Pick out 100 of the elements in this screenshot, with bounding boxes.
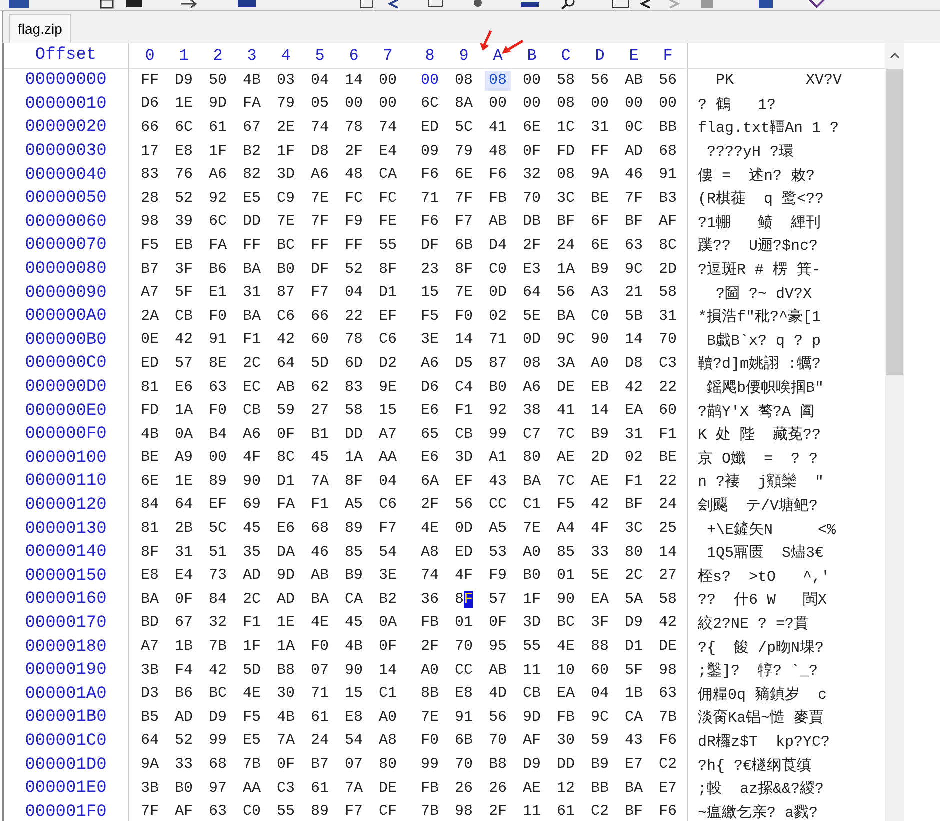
hex-byte[interactable]: 0F <box>519 142 545 162</box>
hex-byte[interactable]: 59 <box>273 401 299 422</box>
hex-byte[interactable]: AB <box>485 660 511 681</box>
hex-byte[interactable]: 00 <box>587 94 613 114</box>
hex-byte[interactable]: 89 <box>307 802 333 821</box>
hex-byte[interactable]: 3A <box>553 354 579 374</box>
hex-byte[interactable]: F6 <box>417 165 443 186</box>
toolbar-icon[interactable] <box>758 0 774 9</box>
hex-byte[interactable]: D3 <box>137 684 163 704</box>
hex-byte[interactable]: 5D <box>239 660 265 681</box>
hex-byte[interactable]: F0 <box>451 306 477 327</box>
hex-byte[interactable]: B7 <box>137 260 163 280</box>
hex-byte[interactable]: FC <box>341 188 367 209</box>
hex-byte[interactable]: 2E <box>273 118 299 138</box>
hex-byte[interactable]: D5 <box>451 354 477 374</box>
hex-byte[interactable]: 1E <box>171 94 197 114</box>
hex-byte[interactable]: 5A <box>621 590 647 610</box>
hex-byte[interactable]: EA <box>553 684 579 704</box>
hex-byte[interactable]: BF <box>621 212 647 232</box>
hex-byte[interactable]: D1 <box>621 637 647 658</box>
hex-byte[interactable]: CB <box>519 684 545 704</box>
hex-byte[interactable]: B6 <box>171 684 197 704</box>
hex-byte[interactable]: AE <box>519 778 545 799</box>
hex-byte[interactable]: 0F <box>485 613 511 634</box>
hex-byte[interactable]: 43 <box>485 472 511 492</box>
hex-byte[interactable]: 17 <box>137 142 163 162</box>
hex-byte[interactable]: 0F <box>273 424 299 445</box>
hex-byte[interactable]: 15 <box>417 283 443 304</box>
file-tab[interactable]: flag.zip <box>9 14 72 43</box>
hex-byte[interactable]: BB <box>587 778 613 799</box>
hex-byte[interactable]: F9 <box>485 566 511 586</box>
hex-byte[interactable]: FA <box>239 94 265 114</box>
hex-byte[interactable]: 67 <box>239 118 265 138</box>
hex-byte[interactable]: 8C <box>273 448 299 468</box>
hex-byte[interactable]: 0C <box>621 118 647 138</box>
hex-byte[interactable]: DD <box>239 212 265 232</box>
hex-byte[interactable]: 55 <box>273 802 299 821</box>
hex-byte[interactable]: 80 <box>621 542 647 563</box>
hex-byte[interactable]: C9 <box>273 188 299 209</box>
hex-byte[interactable]: 38 <box>519 401 545 422</box>
hex-byte[interactable]: CB <box>171 306 197 327</box>
hex-byte[interactable]: 8F <box>375 260 401 280</box>
hex-byte[interactable]: B2 <box>375 590 401 610</box>
hex-byte[interactable]: 7F <box>307 212 333 232</box>
hex-byte[interactable]: 08 <box>451 70 477 91</box>
hex-byte[interactable]: 56 <box>451 495 477 516</box>
hex-byte[interactable]: 78 <box>341 118 367 138</box>
toolbar-icon[interactable] <box>237 0 257 9</box>
hex-byte[interactable]: CC <box>451 660 477 681</box>
hex-byte[interactable]: F6 <box>485 165 511 186</box>
hex-byte[interactable]: 5E <box>587 566 613 586</box>
hex-byte[interactable]: AB <box>307 566 333 586</box>
hex-byte[interactable]: 59 <box>587 731 613 752</box>
hex-byte[interactable]: BA <box>621 778 647 799</box>
hex-byte[interactable]: 78 <box>341 330 367 350</box>
hex-byte[interactable]: 7B <box>417 802 443 821</box>
hex-byte[interactable]: 4F <box>587 519 613 540</box>
hex-byte[interactable]: 66 <box>307 306 333 327</box>
hex-byte[interactable]: 71 <box>485 330 511 350</box>
hex-byte[interactable]: 50 <box>205 70 231 91</box>
hex-byte[interactable]: 7A <box>307 472 333 492</box>
hex-byte[interactable]: 70 <box>485 731 511 752</box>
hex-byte[interactable]: 90 <box>341 660 367 681</box>
hex-byte[interactable]: 81 <box>137 378 163 398</box>
hex-byte[interactable]: 58 <box>655 590 681 610</box>
hex-byte[interactable]: 6E <box>587 236 613 256</box>
hex-byte[interactable]: 0D <box>519 330 545 350</box>
hex-byte[interactable]: 64 <box>519 283 545 304</box>
hex-byte[interactable]: 46 <box>307 542 333 563</box>
hex-byte[interactable]: FF <box>307 236 333 256</box>
hex-byte[interactable]: 07 <box>341 755 367 776</box>
hex-byte[interactable]: B0 <box>273 260 299 280</box>
hex-byte[interactable]: A6 <box>307 165 333 186</box>
hex-byte[interactable]: E6 <box>273 519 299 540</box>
hex-byte[interactable]: 57 <box>485 590 511 610</box>
hex-byte[interactable]: 71 <box>307 684 333 704</box>
hex-byte[interactable]: 80 <box>375 755 401 776</box>
hex-byte[interactable]: F0 <box>205 401 231 422</box>
hex-byte[interactable]: 0E <box>137 330 163 350</box>
hex-byte[interactable]: F5 <box>137 236 163 256</box>
hex-byte[interactable]: 71 <box>417 188 443 209</box>
hex-byte[interactable]: D2 <box>375 354 401 374</box>
hex-byte[interactable]: EC <box>239 378 265 398</box>
hex-byte[interactable]: 3B <box>137 660 163 681</box>
hex-byte[interactable]: 79 <box>273 94 299 114</box>
hex-byte[interactable]: 45 <box>307 448 333 468</box>
hex-byte[interactable]: E5 <box>239 188 265 209</box>
hex-byte[interactable]: BF <box>621 495 647 516</box>
hex-byte[interactable]: F0 <box>307 637 333 658</box>
hex-byte[interactable]: AD <box>171 708 197 728</box>
toolbar-icon[interactable] <box>100 0 114 9</box>
hex-byte[interactable]: FF <box>239 236 265 256</box>
hex-byte[interactable]: F1 <box>239 330 265 350</box>
toolbar-icon[interactable] <box>520 0 540 9</box>
hex-byte[interactable]: 4B <box>239 70 265 91</box>
search-icon[interactable] <box>560 0 576 9</box>
hex-byte[interactable]: E5 <box>239 731 265 752</box>
hex-byte[interactable]: 00 <box>519 70 545 91</box>
hex-byte[interactable]: 1F <box>205 142 231 162</box>
hex-byte[interactable]: 42 <box>655 613 681 634</box>
